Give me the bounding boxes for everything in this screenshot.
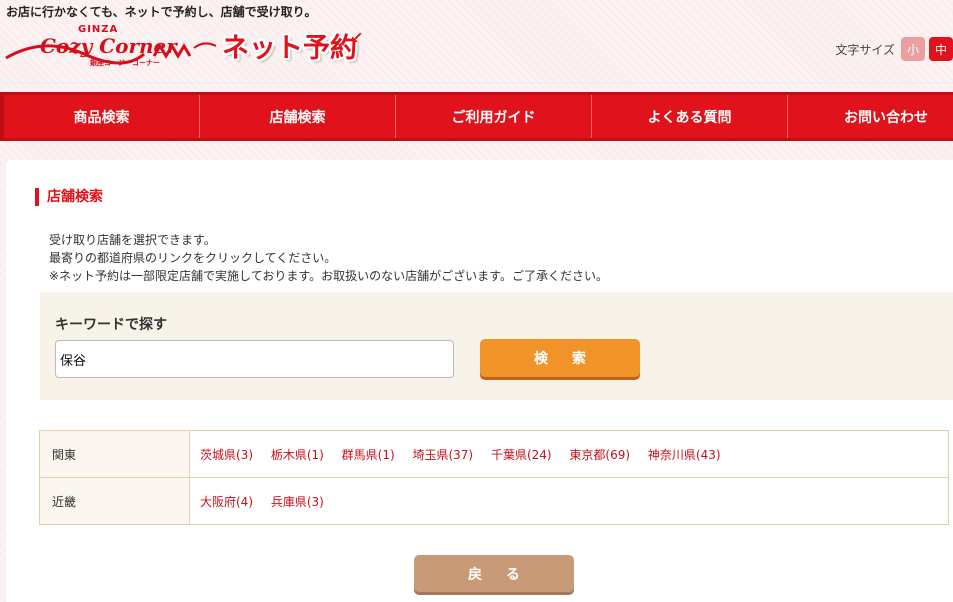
nav-item-contact[interactable]: お問い合わせ [788, 95, 953, 138]
prefecture-list: 大阪府(4) 兵庫県(3) [189, 477, 949, 525]
page-title: 店舗検索 [35, 188, 103, 206]
prefecture-link[interactable]: 栃木県(1) [271, 448, 324, 462]
region-table: 関東 茨城県(3) 栃木県(1) 群馬県(1) 埼玉県(37) 千葉県(24) … [39, 430, 949, 525]
page-description: 受け取り店舗を選択できます。 最寄りの都道府県のリンクをクリックしてください。 … [49, 231, 608, 285]
description-line: 最寄りの都道府県のリンクをクリックしてください。 [49, 251, 337, 265]
font-size-switcher: 文字サイズ 小 中 [835, 37, 953, 61]
table-row: 関東 茨城県(3) 栃木県(1) 群馬県(1) 埼玉県(37) 千葉県(24) … [39, 430, 949, 478]
prefecture-link[interactable]: 兵庫県(3) [271, 495, 324, 509]
search-button[interactable]: 検 索 [480, 339, 640, 377]
nav-item-faq[interactable]: よくある質問 [592, 95, 788, 138]
main-panel: 店舗検索 受け取り店舗を選択できます。 最寄りの都道府県のリンクをクリックしてく… [6, 160, 953, 602]
logo-brand-text: Cozy Corner [40, 34, 177, 58]
cozy-corner-logo[interactable]: GINZA Cozy Corner 銀座コージーコーナー ネット予約 ↙ [4, 22, 364, 72]
keyword-input[interactable] [55, 340, 454, 378]
region-name: 関東 [39, 430, 190, 478]
prefecture-link[interactable]: 埼玉県(37) [412, 448, 473, 462]
logo-service-text: ネット予約 [222, 33, 357, 64]
prefecture-link[interactable]: 千葉県(24) [491, 448, 552, 462]
logo-sub-text: 銀座コージーコーナー [90, 59, 160, 67]
keyword-search-box: キーワードで探す 検 索 [40, 292, 953, 400]
nav-item-product-search[interactable]: 商品検索 [0, 95, 200, 138]
prefecture-link[interactable]: 神奈川県(43) [648, 448, 721, 462]
prefecture-list: 茨城県(3) 栃木県(1) 群馬県(1) 埼玉県(37) 千葉県(24) 東京都… [189, 430, 949, 478]
description-line: ※ネット予約は一部限定店舗で実施しております。お取扱いのない店舗がございます。ご… [49, 269, 608, 283]
nav-item-guide[interactable]: ご利用ガイド [396, 95, 592, 138]
description-line: 受け取り店舗を選択できます。 [49, 233, 216, 247]
header-tagline: お店に行かなくても、ネットで予約し、店舗で受け取り。 [6, 5, 317, 19]
font-size-small-button[interactable]: 小 [901, 37, 925, 61]
keyword-label: キーワードで探す [55, 317, 167, 333]
arrow-icon: ↙ [350, 28, 364, 47]
prefecture-link[interactable]: 茨城県(3) [200, 448, 253, 462]
prefecture-link[interactable]: 群馬県(1) [342, 448, 395, 462]
global-nav: 商品検索 店舗検索 ご利用ガイド よくある質問 お問い合わせ [0, 92, 953, 141]
region-name: 近畿 [39, 477, 190, 525]
prefecture-link[interactable]: 大阪府(4) [200, 495, 253, 509]
back-button[interactable]: 戻 る [414, 555, 574, 592]
font-size-medium-button[interactable]: 中 [929, 37, 953, 61]
font-size-label: 文字サイズ [835, 42, 895, 57]
prefecture-link[interactable]: 東京都(69) [569, 448, 630, 462]
nav-item-store-search[interactable]: 店舗検索 [200, 95, 396, 138]
table-row: 近畿 大阪府(4) 兵庫県(3) [39, 477, 949, 525]
